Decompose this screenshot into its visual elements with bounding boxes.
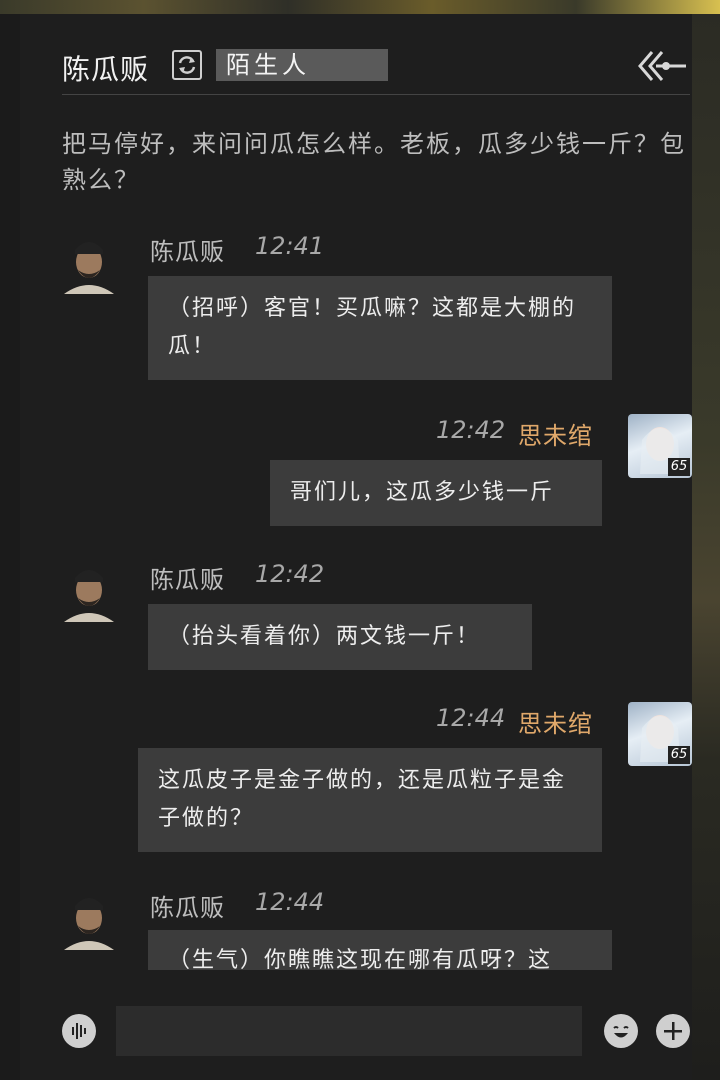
message-sender: 陈瓜贩 (150, 238, 225, 266)
chat-header: 陈瓜贩 陌生人 (62, 44, 692, 88)
message-time: 12:41 (255, 232, 325, 260)
message-sender: 陈瓜贩 (150, 566, 225, 594)
message-time: 12:44 (255, 888, 325, 916)
message-sender: 陈瓜贩 (150, 894, 225, 922)
chat-input[interactable] (116, 1006, 582, 1056)
npc-name: 陈瓜贩 (62, 53, 150, 86)
message-bubble: （生气）你瞧瞧这现在哪有瓜呀？这 (148, 930, 612, 970)
narration-text: 把马停好，来问问瓜怎么样。老板，瓜多少钱一斤？包熟么？ (62, 130, 686, 194)
npc-avatar[interactable] (58, 232, 120, 294)
relation-badge: 陌生人 (216, 49, 388, 81)
level-badge: 65 (668, 746, 690, 764)
plus-button[interactable] (656, 1014, 690, 1048)
emoji-button[interactable] (604, 1014, 638, 1048)
message-sender: 思未绾 (518, 710, 593, 738)
message-time: 12:42 (436, 416, 506, 444)
player-avatar[interactable]: 65 (628, 702, 692, 766)
refresh-icon[interactable] (172, 50, 202, 80)
player-avatar[interactable]: 65 (628, 414, 692, 478)
message-time: 12:42 (255, 560, 325, 588)
voice-icon (72, 1023, 86, 1039)
voice-button[interactable] (62, 1014, 96, 1048)
plus-icon (664, 1022, 682, 1040)
emoji-icon (613, 1026, 629, 1038)
message-clip-area: （生气）你瞧瞧这现在哪有瓜呀？这 (20, 930, 692, 970)
message-bubble: 哥们儿，这瓜多少钱一斤 (270, 460, 602, 526)
background-scenery-top (0, 0, 720, 14)
header-divider (62, 94, 690, 95)
npc-avatar[interactable] (58, 560, 120, 622)
message-bubble: （招呼）客官！买瓜嘛？这都是大棚的瓜！ (148, 276, 612, 380)
message-sender: 思未绾 (518, 422, 593, 450)
back-arrow-icon[interactable] (636, 46, 690, 86)
message-time: 12:44 (436, 704, 506, 732)
message-bubble: 这瓜皮子是金子做的，还是瓜粒子是金子做的？ (138, 748, 602, 852)
level-badge: 65 (668, 458, 690, 476)
message-bubble: （抬头看着你）两文钱一斤！ (148, 604, 532, 670)
